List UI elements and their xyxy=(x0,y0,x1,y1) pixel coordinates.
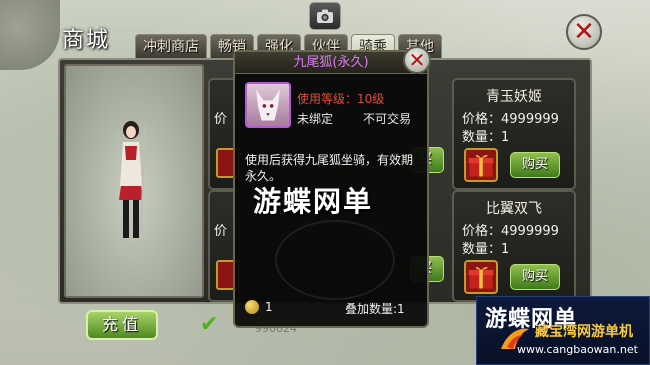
stack-count: 叠加数量:1 xyxy=(345,302,405,316)
tooltip-title: 九尾狐(永久) xyxy=(235,52,427,74)
recharge-button[interactable]: 充值 xyxy=(86,310,158,340)
character-figure xyxy=(119,121,146,238)
item-card: 比翼双飞 价格：4999999 数量：1 购买 xyxy=(452,190,576,302)
item-tooltip: 九尾狐(永久) 使用等级：10级 未绑定 不可交易 使用后获得九尾狐坐骑，有效期… xyxy=(233,46,431,328)
gift-box-icon[interactable] xyxy=(464,260,498,294)
item-quantity: 数量：1 xyxy=(462,130,510,145)
trade-status: 不可交易 xyxy=(363,112,412,126)
close-shop-button[interactable]: ✕ xyxy=(566,14,602,50)
shop-window: 商城 冲刺商店 畅销 强化 伙伴 骑乘 其他 ✕ xyxy=(0,0,650,365)
item-name: 青玉妖姬 xyxy=(486,89,542,105)
checkmark-icon[interactable]: ✔ xyxy=(200,312,218,337)
item-card: 青玉妖姬 价格：4999999 数量：1 购买 xyxy=(452,78,576,190)
gift-box-icon[interactable] xyxy=(464,148,498,182)
watermark-text: 游蝶网单 xyxy=(253,185,374,218)
required-level: 使用等级：10级 xyxy=(297,92,385,106)
close-tooltip-button[interactable]: ✕ xyxy=(403,46,431,74)
dragon-emblem xyxy=(275,220,395,300)
screenshot-button[interactable] xyxy=(309,2,341,30)
camera-icon xyxy=(317,9,333,23)
item-price: 价 xyxy=(214,224,228,239)
item-price: 价格：4999999 xyxy=(462,224,559,239)
close-icon: ✕ xyxy=(573,17,595,47)
item-price: 价 xyxy=(214,112,228,127)
coin-icon xyxy=(245,300,259,314)
buy-button[interactable]: 购买 xyxy=(510,264,560,290)
site-logo: 游蝶网单 藏宝湾网游单机 www.cangbaowan.net xyxy=(476,296,650,365)
item-name: 比翼双飞 xyxy=(486,201,542,217)
close-icon: ✕ xyxy=(408,48,426,72)
bind-status: 未绑定 xyxy=(297,112,334,126)
item-quantity: 数量：1 xyxy=(462,242,510,257)
logo-subtitle: 藏宝湾网游单机 xyxy=(535,324,633,340)
item-price: 价格：4999999 xyxy=(462,112,559,127)
logo-url: www.cangbaowan.net xyxy=(517,343,638,356)
buy-button[interactable]: 购买 xyxy=(510,152,560,178)
tab-sprint-shop[interactable]: 冲刺商店 xyxy=(135,34,207,58)
fox-mount-icon xyxy=(245,82,291,128)
character-preview xyxy=(64,64,204,298)
shop-title: 商城 xyxy=(62,28,111,53)
coin-value: 1 xyxy=(265,300,273,314)
dragon-ornament xyxy=(0,0,60,70)
